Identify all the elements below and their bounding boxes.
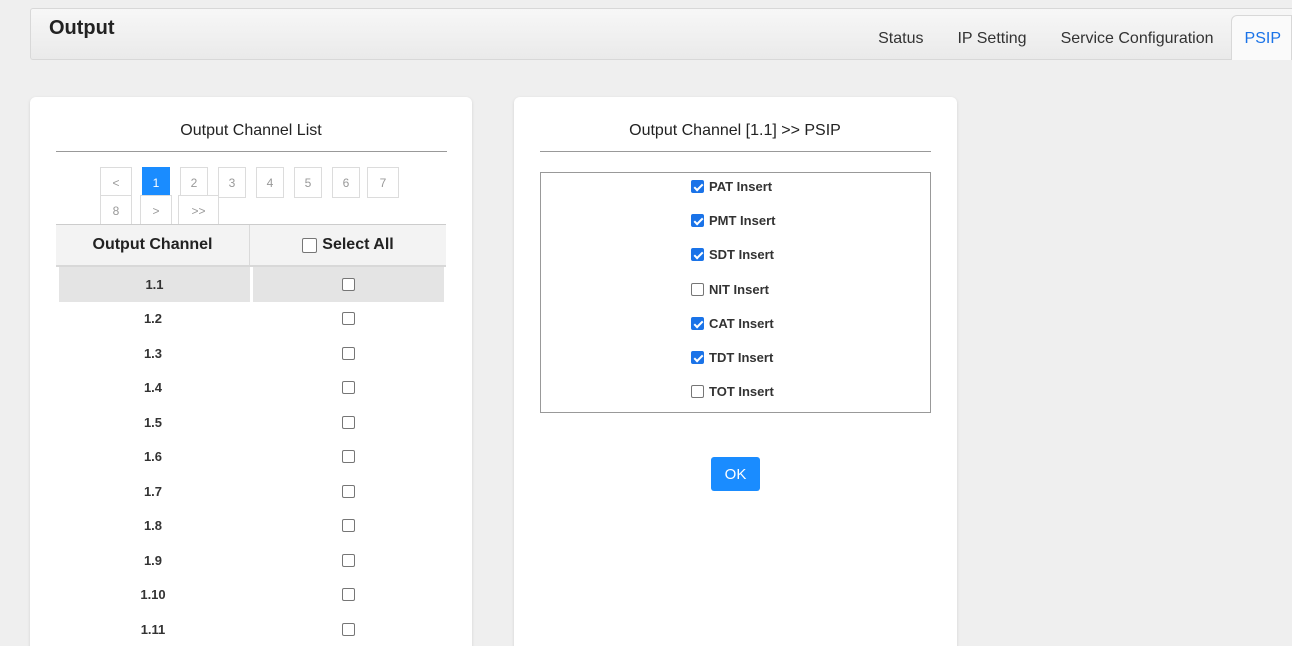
table-row[interactable]: 1.7 — [56, 474, 446, 509]
nit-insert-checkbox[interactable] — [691, 283, 704, 296]
cat-insert-option[interactable]: CAT Insert — [691, 316, 774, 331]
row-checkbox[interactable] — [341, 346, 355, 360]
row-checkbox[interactable] — [342, 277, 355, 291]
row-checkbox[interactable] — [341, 622, 355, 636]
table-row[interactable]: 1.9 — [56, 543, 446, 578]
tab-psip[interactable]: PSIP — [1230, 15, 1292, 60]
channel-id: 1.10 — [140, 587, 166, 603]
select-all-header: Select All — [250, 225, 446, 265]
channel-id: 1.1 — [59, 267, 250, 302]
table-row[interactable]: 1.6 — [56, 440, 446, 475]
table-row[interactable]: 1.4 — [56, 371, 446, 406]
row-checkbox[interactable] — [341, 312, 355, 326]
tot-insert-label: TOT Insert — [709, 384, 774, 399]
pmt-insert-checkbox[interactable] — [691, 214, 704, 227]
output-channel-table: Output Channel Select All 1.1 1.2 1.3 1.… — [56, 224, 446, 646]
page-button-6[interactable]: 6 — [332, 167, 360, 198]
tdt-insert-checkbox[interactable] — [691, 351, 704, 364]
nit-insert-label: NIT Insert — [709, 282, 769, 297]
pmt-insert-label: PMT Insert — [709, 213, 776, 228]
channel-id: 1.7 — [143, 483, 163, 499]
cat-insert-label: CAT Insert — [709, 316, 774, 331]
pmt-insert-option[interactable]: PMT Insert — [691, 213, 775, 228]
pat-insert-checkbox[interactable] — [691, 180, 704, 193]
row-checkbox[interactable] — [341, 450, 355, 464]
table-row[interactable]: 1.11 — [56, 612, 446, 646]
tot-insert-checkbox[interactable] — [691, 385, 704, 398]
row-checkbox[interactable] — [341, 553, 355, 567]
channel-id: 1.3 — [143, 345, 163, 361]
page-title: Output — [49, 17, 115, 39]
tab-bar: Status IP Setting Service Configuration … — [861, 15, 1292, 60]
ok-button[interactable]: OK — [711, 457, 760, 491]
psip-settings-panel: Output Channel [1.1] >> PSIP PAT Insert … — [514, 97, 957, 646]
last-page-button[interactable]: >> — [178, 195, 219, 226]
pat-insert-label: PAT Insert — [709, 179, 773, 194]
channel-id: 1.4 — [143, 380, 163, 396]
prev-page-button[interactable]: < — [100, 167, 132, 198]
nit-insert-option[interactable]: NIT Insert — [691, 282, 769, 297]
pat-insert-option[interactable]: PAT Insert — [691, 179, 772, 194]
table-row[interactable]: 1.1 — [56, 267, 446, 302]
next-page-button[interactable]: > — [140, 195, 172, 226]
tdt-insert-label: TDT Insert — [709, 350, 774, 365]
channel-id: 1.8 — [143, 518, 163, 534]
channel-id: 1.6 — [143, 449, 163, 465]
channel-id: 1.9 — [143, 552, 163, 568]
table-row[interactable]: 1.2 — [56, 302, 446, 337]
page-button-7[interactable]: 7 — [367, 167, 399, 198]
tab-service-configuration[interactable]: Service Configuration — [1044, 30, 1231, 60]
psip-panel-title: Output Channel [1.1] >> PSIP — [629, 122, 841, 139]
page-button-3[interactable]: 3 — [218, 167, 246, 198]
table-row[interactable]: 1.3 — [56, 336, 446, 371]
tab-ip-setting[interactable]: IP Setting — [940, 30, 1043, 60]
sdt-insert-option[interactable]: SDT Insert — [691, 247, 774, 262]
row-checkbox[interactable] — [341, 415, 355, 429]
divider — [56, 151, 447, 152]
row-checkbox[interactable] — [341, 484, 355, 498]
output-channel-list-panel: Output Channel List < 1 2 3 4 5 6 7 8 > … — [30, 97, 472, 646]
select-all-checkbox[interactable] — [302, 237, 318, 253]
divider — [540, 151, 931, 152]
page-header: Output Status IP Setting Service Configu… — [30, 8, 1292, 60]
page-button-8[interactable]: 8 — [100, 195, 132, 226]
row-checkbox[interactable] — [341, 381, 355, 395]
table-row[interactable]: 1.5 — [56, 405, 446, 440]
sdt-insert-label: SDT Insert — [709, 247, 775, 262]
cat-insert-checkbox[interactable] — [691, 317, 704, 330]
tab-status[interactable]: Status — [861, 30, 940, 60]
page-button-5[interactable]: 5 — [294, 167, 322, 198]
channel-id: 1.5 — [143, 414, 163, 430]
table-row[interactable]: 1.10 — [56, 578, 446, 613]
page-button-1[interactable]: 1 — [142, 167, 170, 198]
page-button-2[interactable]: 2 — [180, 167, 208, 198]
row-checkbox[interactable] — [341, 588, 355, 602]
channel-id: 1.2 — [143, 311, 163, 327]
tdt-insert-option[interactable]: TDT Insert — [691, 350, 773, 365]
table-header: Output Channel Select All — [56, 225, 446, 267]
tot-insert-option[interactable]: TOT Insert — [691, 384, 774, 399]
column-header-output-channel: Output Channel — [56, 225, 250, 265]
select-all-label: Select All — [322, 236, 394, 253]
page-button-4[interactable]: 4 — [256, 167, 284, 198]
psip-options-box: PAT Insert PMT Insert SDT Insert NIT Ins… — [540, 172, 931, 413]
row-checkbox[interactable] — [341, 519, 355, 533]
sdt-insert-checkbox[interactable] — [691, 248, 704, 261]
table-row[interactable]: 1.8 — [56, 509, 446, 544]
channel-list-title: Output Channel List — [180, 122, 322, 139]
channel-id: 1.11 — [140, 621, 166, 637]
